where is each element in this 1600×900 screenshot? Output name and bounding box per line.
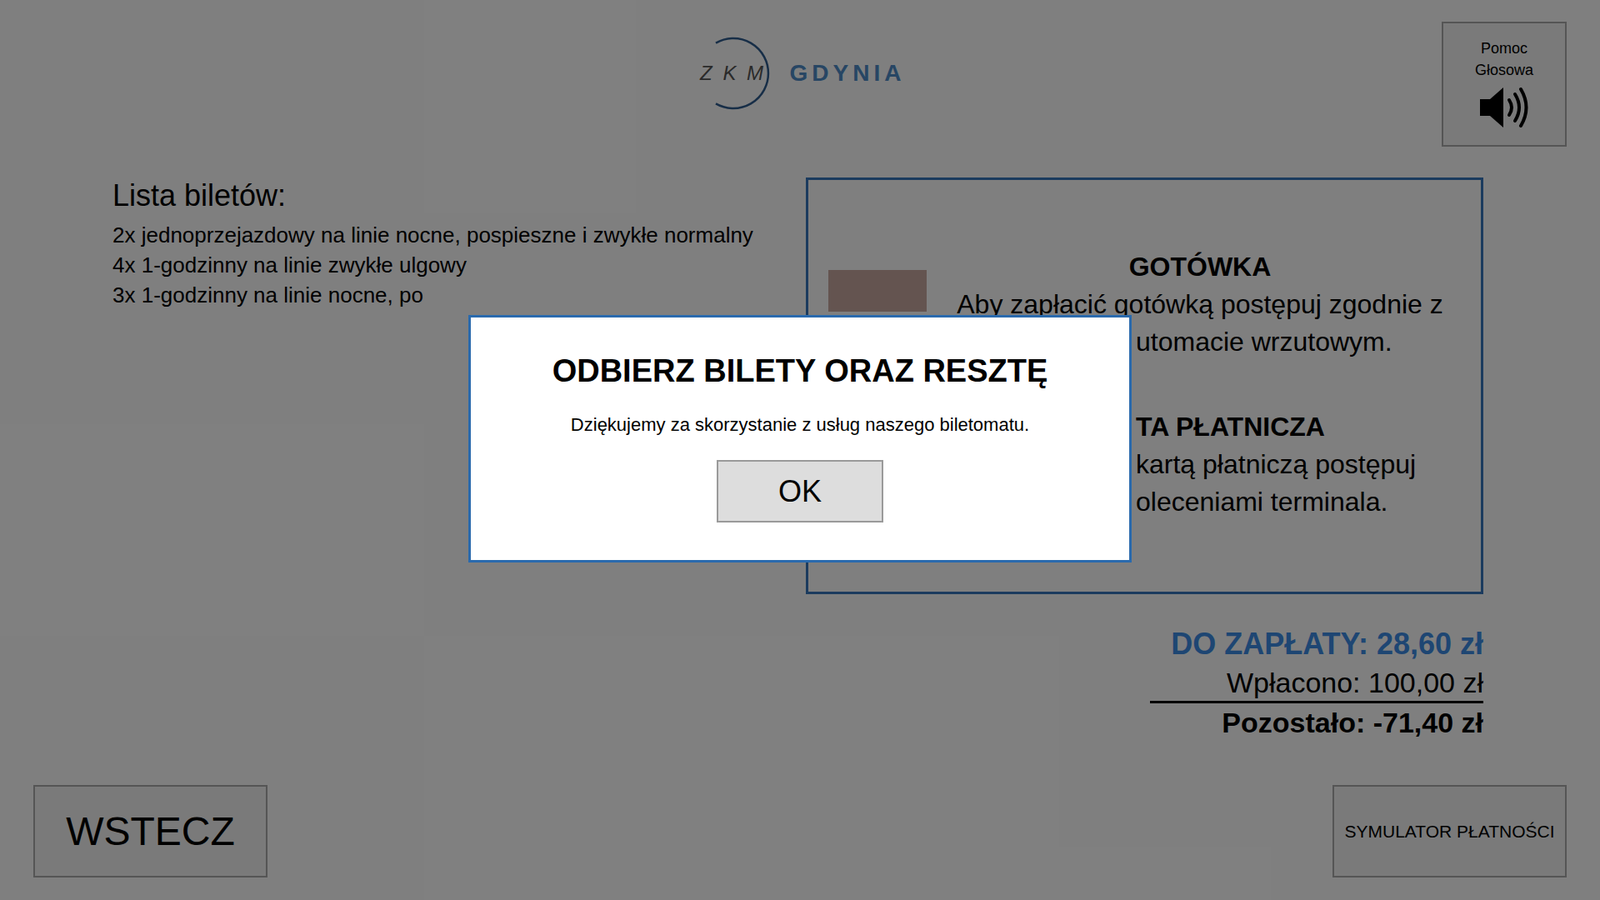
dialog: ODBIERZ BILETY ORAZ RESZTĘ Dziękujemy za …: [468, 315, 1132, 563]
dialog-message: Dziękujemy za skorzystanie z usług nasze…: [570, 412, 1030, 438]
ticket-machine-screen: Z K MGDYNIAPomocGłosowaLista biletów:2x …: [0, 0, 1600, 900]
dialog-title: ODBIERZ BILETY ORAZ RESZTĘ: [552, 350, 1049, 392]
ok-button[interactable]: OK: [716, 460, 884, 523]
